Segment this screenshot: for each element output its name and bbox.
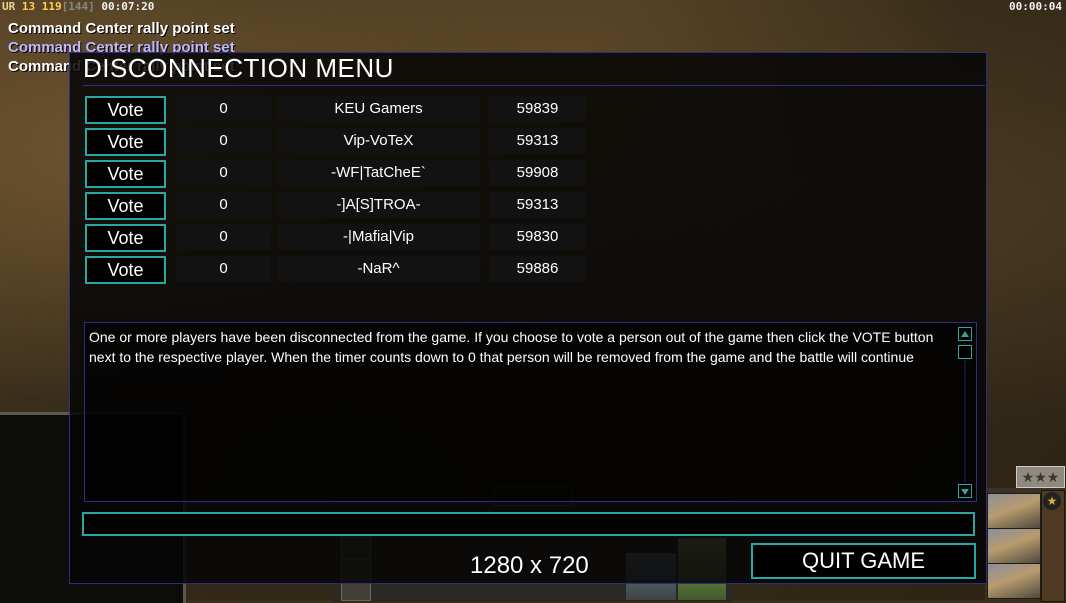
resolution-watermark: 1280 x 720 — [470, 552, 589, 579]
stats-value-2: 119 — [41, 0, 62, 13]
hero-portrait[interactable] — [987, 563, 1041, 599]
player-name: -]A[S]TROA- — [277, 192, 480, 218]
player-timer: 59830 — [489, 224, 586, 250]
game-clock: 00:00:04 — [1009, 0, 1062, 13]
player-timer: 59313 — [489, 128, 586, 154]
scroll-up-arrow-icon[interactable] — [958, 327, 972, 341]
vote-count: 0 — [176, 192, 271, 218]
scrollbar-track[interactable] — [964, 343, 966, 482]
player-timer: 59313 — [489, 192, 586, 218]
message-textbox[interactable]: One or more players have been disconnect… — [84, 322, 977, 502]
vote-count: 0 — [176, 96, 271, 122]
player-name: KEU Gamers — [277, 96, 480, 122]
vote-count: 0 — [176, 128, 271, 154]
player-name: -WF|TatCheE` — [277, 160, 480, 186]
player-name: -|Mafia|Vip — [277, 224, 480, 250]
stats-bracket: [144] — [61, 0, 95, 13]
vote-count: 0 — [176, 160, 271, 186]
player-timer: 59839 — [489, 96, 586, 122]
star-icon: ★ — [1043, 492, 1061, 510]
scroll-down-arrow-icon[interactable] — [958, 484, 972, 498]
player-timer: 59886 — [489, 256, 586, 282]
hero-portrait[interactable] — [987, 493, 1041, 529]
chat-input[interactable] — [82, 512, 975, 536]
hero-portrait[interactable] — [987, 528, 1041, 564]
stats-value-1: 13 — [21, 0, 36, 13]
game-time: 00:07:20 — [101, 0, 155, 13]
vote-button[interactable]: Vote — [85, 192, 166, 220]
player-name: Vip-VoTeX — [277, 128, 480, 154]
vote-button[interactable]: Vote — [85, 160, 166, 188]
player-stats-readout: UR 13 119[144] 00:07:20 — [2, 0, 154, 13]
vote-button[interactable]: Vote — [85, 96, 166, 124]
stats-prefix: UR — [2, 0, 16, 13]
player-timer: 59908 — [489, 160, 586, 186]
disconnection-message: One or more players have been disconnect… — [89, 329, 934, 365]
vote-count: 0 — [176, 256, 271, 282]
dialog-title: DISCONNECTION MENU — [83, 52, 985, 86]
player-name: -NaR^ — [277, 256, 480, 282]
scrollbar-thumb[interactable] — [958, 345, 972, 359]
vote-button[interactable]: Vote — [85, 224, 166, 252]
quit-game-button[interactable]: QUIT GAME — [751, 543, 976, 579]
vote-button[interactable]: Vote — [85, 128, 166, 156]
vote-button[interactable]: Vote — [85, 256, 166, 284]
rank-stars: ★★★ — [1016, 466, 1065, 488]
message-line: Command Center rally point set — [8, 20, 235, 37]
vote-count: 0 — [176, 224, 271, 250]
